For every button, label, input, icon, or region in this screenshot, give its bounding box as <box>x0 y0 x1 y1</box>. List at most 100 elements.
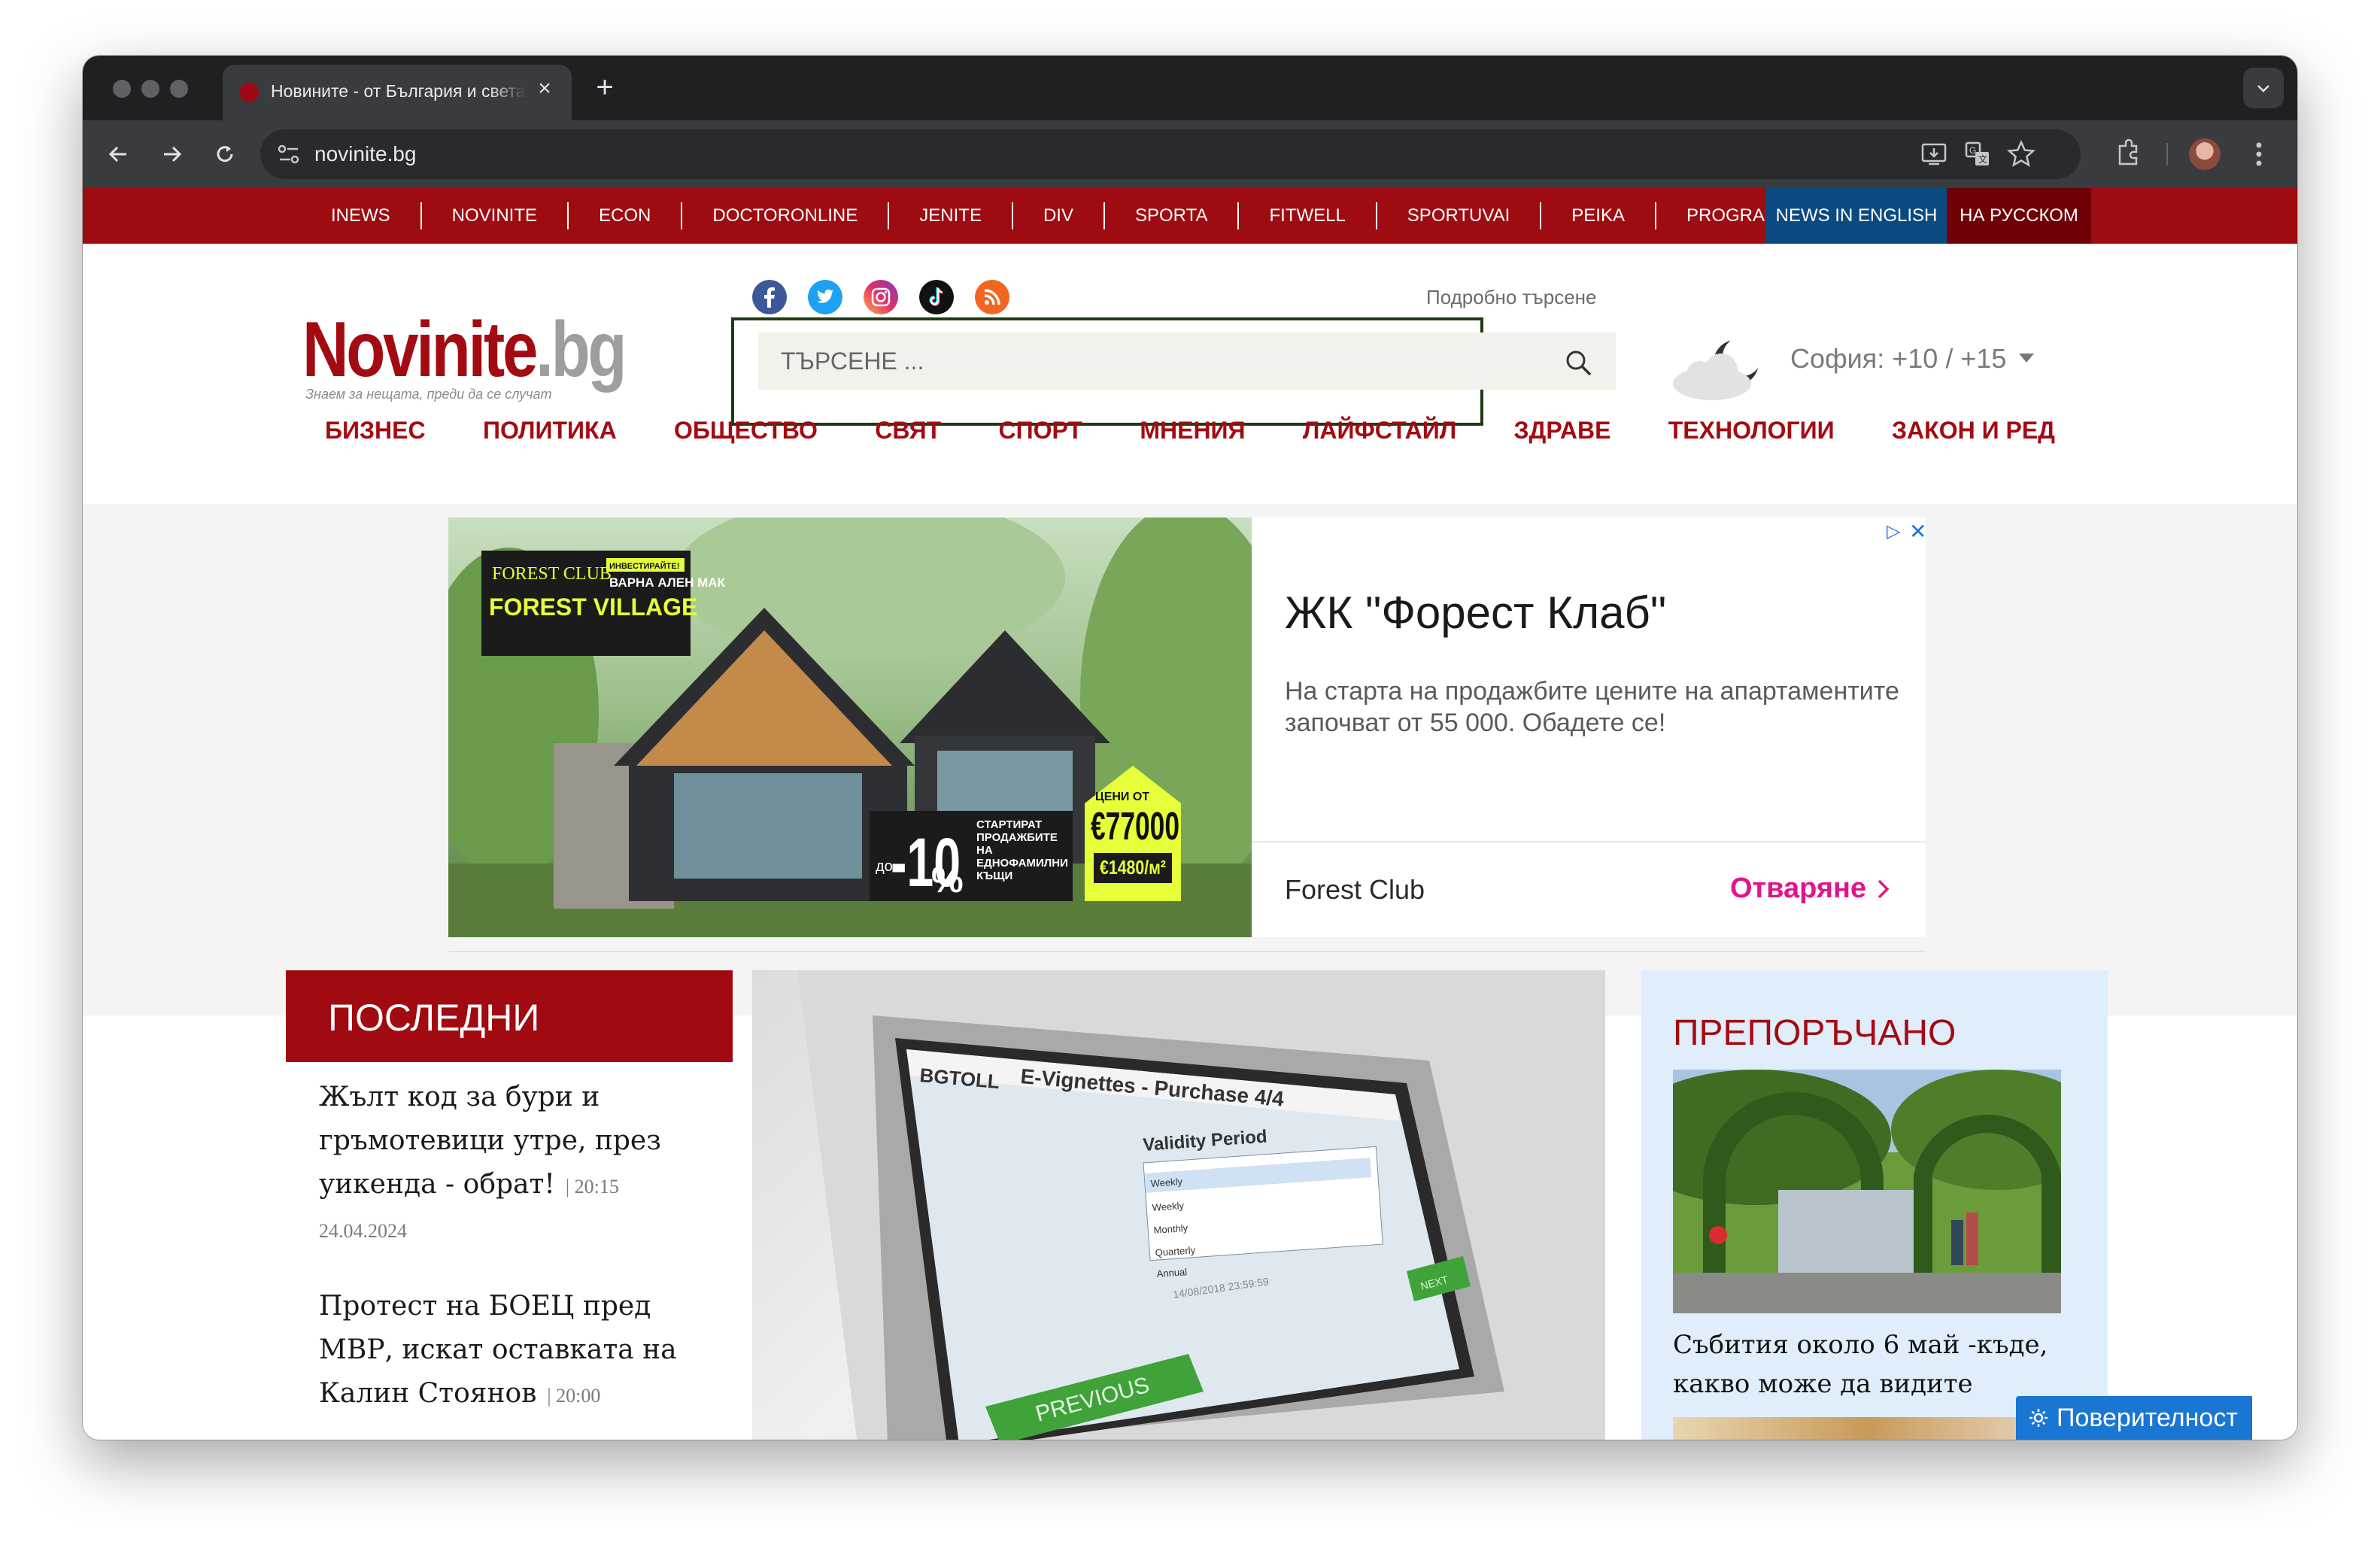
category-link[interactable]: ТЕХНОЛОГИИ <box>1668 417 1835 445</box>
new-tab-button[interactable]: + <box>587 69 623 105</box>
ad-price-value: €77000 <box>1091 805 1179 848</box>
tab-title: Новините - от България и света <box>271 81 526 101</box>
network-link[interactable]: JENITE <box>888 202 1012 229</box>
ad-discount-percent: % <box>931 860 964 900</box>
rss-icon[interactable] <box>975 280 1009 314</box>
news-date: 24.04.2024 <box>319 1220 407 1242</box>
weather-forecast[interactable]: София: +10 / +15 <box>1790 343 2006 375</box>
browser-window: Новините - от България и света × + novin… <box>83 56 2297 1440</box>
recommended-image[interactable] <box>1673 1070 2061 1313</box>
tiktok-icon[interactable] <box>919 280 954 314</box>
back-button[interactable] <box>99 135 137 173</box>
network-link[interactable]: PEIKA <box>1540 202 1655 229</box>
search-input[interactable] <box>758 332 1616 390</box>
advertisement[interactable]: ИНВЕСТИРАЙТЕ! ВАРНА АЛЕН МАК FOREST CLUB… <box>448 518 1926 937</box>
maximize-window-icon[interactable] <box>170 80 188 98</box>
search-icon[interactable] <box>1563 348 1595 379</box>
site-info-icon[interactable] <box>274 139 304 169</box>
recommended-title: ПРЕПОРЪЧАНО <box>1673 1013 1957 1053</box>
ad-title[interactable]: ЖК "Форест Клаб" <box>1285 587 1666 639</box>
close-window-icon[interactable] <box>113 80 131 98</box>
category-link[interactable]: СВЯТ <box>875 417 941 445</box>
active-tab[interactable]: Новините - от България и света × <box>223 65 572 120</box>
forward-arrow-icon <box>164 146 182 162</box>
network-link[interactable]: FITWELL <box>1237 202 1375 229</box>
category-link[interactable]: МНЕНИЯ <box>1140 417 1245 445</box>
weather-dropdown-icon[interactable] <box>2019 354 2034 363</box>
menu-dots-icon[interactable] <box>2240 135 2278 173</box>
ad-price-label: ЦЕНИ ОТ <box>1095 791 1149 803</box>
network-link[interactable]: NOVINITE <box>420 202 567 229</box>
network-link[interactable]: ECON <box>567 202 681 229</box>
news-item[interactable]: Протест на БОЕЦ пред МВР, искат оставкат… <box>319 1285 695 1418</box>
russian-version-link[interactable]: НА РУССКОМ <box>1947 188 2091 244</box>
news-headline[interactable]: Протест на БОЕЦ пред МВР, искат оставкат… <box>319 1291 677 1409</box>
web-page: INEWS NOVINITE ECON DOCTORONLINE JENITE … <box>83 188 2297 1440</box>
category-link[interactable]: ЛАЙФСТАЙЛ <box>1303 417 1456 445</box>
extensions-icon[interactable] <box>2109 135 2147 173</box>
logo-text: Novinite <box>302 306 538 393</box>
latest-news-title: ПОСЛЕДНИ <box>328 997 540 1039</box>
category-link[interactable]: БИЗНЕС <box>325 417 426 445</box>
profile-avatar[interactable] <box>2189 138 2221 170</box>
ad-image[interactable]: ИНВЕСТИРАЙТЕ! ВАРНА АЛЕН МАК FOREST CLUB… <box>448 518 1252 937</box>
close-tab-icon[interactable]: × <box>531 75 558 102</box>
chevron-down-icon <box>2257 85 2269 93</box>
news-item[interactable]: Жълт код за бури и гръмотевици утре, пре… <box>319 1076 695 1254</box>
network-link[interactable]: SPORTA <box>1103 202 1237 229</box>
instagram-icon[interactable] <box>864 280 898 314</box>
news-in-english-link[interactable]: NEWS IN ENGLISH <box>1766 188 1947 244</box>
svg-text:G: G <box>1969 145 1976 156</box>
ad-location-text: ВАРНА АЛЕН МАК <box>609 575 726 590</box>
category-link[interactable]: ПОЛИТИКА <box>483 417 617 445</box>
ad-discount-note: СТАРТИРАТ ПРОДАЖБИТЕ НА ЕДНОФАМИЛНИ КЪЩИ <box>976 818 1068 882</box>
privacy-label: Поверителност <box>2057 1404 2238 1432</box>
minimize-window-icon[interactable] <box>141 80 159 98</box>
ad-village-text: FOREST VILLAGE <box>489 593 697 621</box>
category-nav: БИЗНЕС ПОЛИТИКА ОБЩЕСТВО СВЯТ СПОРТ МНЕН… <box>325 417 2055 445</box>
svg-text:文: 文 <box>1978 153 1987 165</box>
tab-strip: Новините - от България и света × + <box>83 56 2297 120</box>
adchoices-icon[interactable]: ▷ <box>1887 521 1900 542</box>
network-link[interactable]: DOCTORONLINE <box>681 202 888 229</box>
site-logo[interactable]: Novinite.bg <box>302 306 627 393</box>
partly-cloudy-night-icon <box>1673 337 1762 400</box>
tab-search-button[interactable] <box>2243 68 2284 108</box>
latest-news-header: ПОСЛЕДНИ <box>286 970 733 1062</box>
ad-price-sqm: €1480/м² <box>1100 856 1166 879</box>
network-link[interactable]: INEWS <box>301 202 420 229</box>
category-link[interactable]: ЗАКОН И РЕД <box>1892 417 2055 445</box>
logo-tagline: Знаем за нещата, преди да се случат <box>305 387 552 402</box>
toolbar-divider <box>2166 143 2168 165</box>
gear-icon <box>2029 1409 2048 1427</box>
forward-button[interactable] <box>153 135 191 173</box>
privacy-settings-button[interactable]: Поверителност <box>2016 1396 2252 1440</box>
recommended-headline[interactable]: Събития около 6 май -къде, какво може да… <box>1673 1325 2079 1404</box>
advanced-search-link[interactable]: Подробно търсене <box>1426 286 1597 309</box>
translate-icon[interactable]: G文 <box>1962 138 1993 170</box>
category-link[interactable]: ЗДРАВЕ <box>1513 417 1610 445</box>
logo-suffix: .bg <box>536 306 627 393</box>
facebook-icon[interactable] <box>752 280 787 314</box>
back-arrow-icon <box>108 146 126 162</box>
category-link[interactable]: СПОРТ <box>999 417 1082 445</box>
ad-open-button[interactable]: Отваряне <box>1730 873 1891 905</box>
recommended-panel: ПРЕПОРЪЧАНО Събития около 6 май -къде, к… <box>1641 970 2108 1440</box>
address-bar[interactable]: novinite.bg G文 <box>260 129 2081 179</box>
reload-icon <box>217 146 233 162</box>
category-link[interactable]: ОБЩЕСТВО <box>674 417 818 445</box>
close-ad-icon[interactable]: ✕ <box>1909 519 1926 544</box>
ad-badge-text: ИНВЕСТИРАЙТЕ! <box>609 561 679 571</box>
install-app-icon[interactable] <box>1918 138 1950 170</box>
featured-article-image[interactable]: BGTOLL E-Vignettes - Purchase 4/4 Validi… <box>752 970 1605 1440</box>
park-photo <box>1673 1070 2061 1313</box>
network-link[interactable]: SPORTUVAI <box>1375 202 1540 229</box>
bookmark-star-icon[interactable] <box>2005 138 2037 170</box>
twitter-icon[interactable] <box>808 280 842 314</box>
recommended-thumbnail[interactable] <box>1673 1417 2061 1440</box>
kiosk-option: Weekly <box>1150 1176 1183 1189</box>
network-link[interactable]: DIV <box>1011 202 1103 229</box>
url-text: novinite.bg <box>314 142 417 165</box>
kiosk-option: Annual <box>1156 1266 1188 1279</box>
reload-button[interactable] <box>206 135 244 173</box>
